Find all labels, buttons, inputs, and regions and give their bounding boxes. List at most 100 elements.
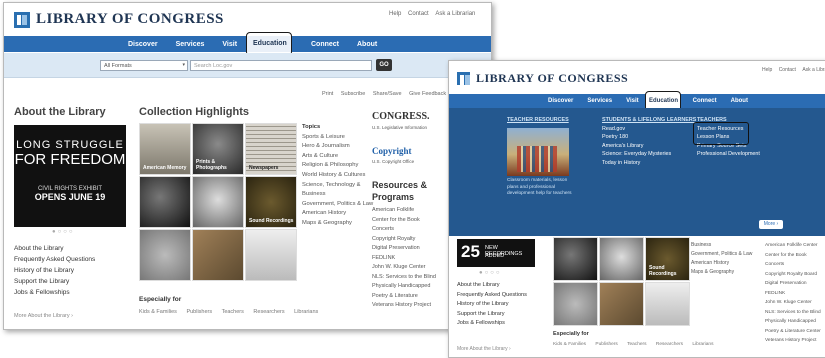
- about-link[interactable]: About the Library: [14, 243, 95, 254]
- resource-link[interactable]: Copyright Royalty Board: [765, 270, 821, 280]
- teachers-link[interactable]: Teachers: [627, 342, 646, 347]
- kids-link[interactable]: Kids & Families: [553, 342, 586, 347]
- nav-about[interactable]: About: [348, 41, 386, 48]
- copyright-logo[interactable]: Copyright: [372, 145, 412, 157]
- topic-link[interactable]: Hero & Journalism: [302, 142, 373, 152]
- jobs-link[interactable]: Jobs & Fellowships: [457, 319, 527, 329]
- librarians-link[interactable]: Librarians: [294, 309, 318, 315]
- topic-link[interactable]: Arts & Culture: [302, 152, 373, 162]
- subscribe-link[interactable]: Subscribe: [341, 91, 365, 97]
- menu-more-button[interactable]: More ›: [759, 220, 783, 229]
- thumb-portrait[interactable]: [139, 176, 191, 228]
- thumb-pilot[interactable]: [192, 176, 244, 228]
- congress-gov-logo[interactable]: CONGRESS.: [372, 111, 430, 123]
- nav-services[interactable]: Services: [580, 98, 619, 104]
- format-select[interactable]: All Formats ▾: [100, 60, 188, 71]
- faq-link[interactable]: Frequently Asked Questions: [14, 254, 95, 265]
- thumb-pilot[interactable]: [599, 237, 644, 281]
- thumb-coin[interactable]: [553, 282, 598, 326]
- resource-link[interactable]: John W. Kluge Center: [765, 298, 821, 308]
- teacher-resources-heading[interactable]: TEACHER RESOURCES: [507, 116, 569, 125]
- thumb-prints-photographs[interactable]: Prints & Photographs: [192, 123, 244, 175]
- help-link[interactable]: Help: [389, 11, 401, 17]
- topic-link[interactable]: Business: [691, 241, 752, 250]
- resource-link[interactable]: American Folklife Center: [765, 241, 821, 251]
- publishers-link[interactable]: Publishers: [595, 342, 617, 347]
- contact-link[interactable]: Contact: [779, 67, 796, 73]
- resource-link[interactable]: Poetry & Literature: [372, 292, 436, 302]
- site-logo[interactable]: LIBRARY OF CONGRESS: [457, 71, 628, 86]
- jobs-link[interactable]: Jobs & Fellowships: [14, 287, 95, 298]
- civil-rights-promo[interactable]: LONG STRUGGLE FOR FREEDOM CIVIL RIGHTS E…: [14, 125, 126, 227]
- topic-link[interactable]: Government, Politics & Law: [302, 200, 373, 210]
- site-logo[interactable]: LIBRARY OF CONGRESS: [14, 11, 224, 28]
- contact-link[interactable]: Contact: [408, 11, 429, 17]
- topic-link[interactable]: Maps & Geography: [302, 219, 373, 229]
- resource-link[interactable]: Concerts: [765, 260, 821, 270]
- nav-about[interactable]: About: [724, 98, 755, 104]
- teachers-link[interactable]: Teachers: [222, 309, 244, 315]
- help-link[interactable]: Help: [762, 67, 772, 73]
- topic-link[interactable]: Religion & Philosophy: [302, 161, 373, 171]
- thumb-american-memory[interactable]: American Memory: [139, 123, 191, 175]
- search-go-button[interactable]: GO: [376, 59, 392, 71]
- carousel-dots[interactable]: ●○○○: [479, 270, 502, 276]
- students-link[interactable]: America's Library: [602, 142, 696, 151]
- resource-link[interactable]: Center for the Book: [372, 216, 436, 226]
- topic-link[interactable]: Science, Technology &: [302, 181, 373, 191]
- students-link[interactable]: Poetry 180: [602, 133, 696, 142]
- nav-discover[interactable]: Discover: [119, 41, 167, 48]
- about-link[interactable]: About the Library: [457, 281, 527, 291]
- librarians-link[interactable]: Librarians: [692, 342, 713, 347]
- resource-link[interactable]: NLS: Services to the Blind: [765, 308, 821, 318]
- resource-link[interactable]: Concerts: [372, 225, 436, 235]
- more-about-link[interactable]: More About the Library ›: [457, 346, 511, 352]
- share-link[interactable]: Share/Save: [373, 91, 402, 97]
- thumb-newspapers[interactable]: Newspapers: [245, 123, 297, 175]
- resource-link[interactable]: FEDLINK: [372, 254, 436, 264]
- resource-link[interactable]: FEDLINK: [765, 289, 821, 299]
- resource-link[interactable]: Veterans History Project: [765, 336, 821, 346]
- resource-link[interactable]: Digital Preservation: [765, 279, 821, 289]
- students-link[interactable]: Science: Everyday Mysteries: [602, 150, 696, 159]
- topic-link[interactable]: Sports & Leisure: [302, 133, 373, 143]
- researchers-link[interactable]: Researchers: [253, 309, 284, 315]
- nav-discover[interactable]: Discover: [541, 98, 580, 104]
- nav-services[interactable]: Services: [167, 41, 214, 48]
- resource-link[interactable]: Center for the Book: [765, 251, 821, 261]
- resource-link[interactable]: Physically Handicapped: [765, 317, 821, 327]
- nav-connect[interactable]: Connect: [686, 98, 724, 104]
- resource-link[interactable]: Digital Preservation: [372, 244, 436, 254]
- nav-connect[interactable]: Connect: [302, 41, 348, 48]
- recordings-promo[interactable]: 25 NEW RECORDINGS ADDED: [457, 239, 535, 267]
- thumb-map[interactable]: [599, 282, 644, 326]
- nav-visit[interactable]: Visit: [619, 98, 646, 104]
- topic-link[interactable]: American History: [691, 259, 752, 268]
- nav-education[interactable]: Education: [253, 40, 287, 47]
- thumb-sound-recordings[interactable]: Sound Recordings: [245, 176, 297, 228]
- kids-link[interactable]: Kids & Families: [139, 309, 177, 315]
- resource-link[interactable]: NLS: Services to the Blind: [372, 273, 436, 283]
- topic-link[interactable]: World History & Cultures: [302, 171, 373, 181]
- more-about-link[interactable]: More About the Library ›: [14, 313, 73, 319]
- faq-link[interactable]: Frequently Asked Questions: [457, 291, 527, 301]
- thumb-sketch[interactable]: [245, 229, 297, 281]
- ask-librarian-link[interactable]: Ask a Librarian: [435, 11, 475, 17]
- nav-education[interactable]: Education: [649, 98, 678, 104]
- carousel-dots[interactable]: ●○○○: [52, 229, 75, 235]
- print-link[interactable]: Print: [322, 91, 333, 97]
- students-link[interactable]: Today in History: [602, 159, 696, 168]
- resource-link[interactable]: John W. Kluge Center: [372, 263, 436, 273]
- thumb-map[interactable]: [192, 229, 244, 281]
- resource-link[interactable]: Veterans History Project: [372, 301, 436, 311]
- ask-librarian-link[interactable]: Ask a Librarian: [802, 67, 825, 73]
- topic-link[interactable]: American History: [302, 209, 373, 219]
- thumb-sound-recordings[interactable]: Sound Recordings: [645, 237, 690, 281]
- teachers-link[interactable]: Professional Development: [697, 150, 760, 159]
- feedback-link[interactable]: Give Feedback: [409, 91, 446, 97]
- teacher-resources-image[interactable]: [507, 128, 569, 176]
- history-link[interactable]: History of the Library: [457, 300, 527, 310]
- students-link[interactable]: Read.gov: [602, 125, 696, 134]
- resource-link[interactable]: Physically Handicapped: [372, 282, 436, 292]
- resource-link[interactable]: Copyright Royalty: [372, 235, 436, 245]
